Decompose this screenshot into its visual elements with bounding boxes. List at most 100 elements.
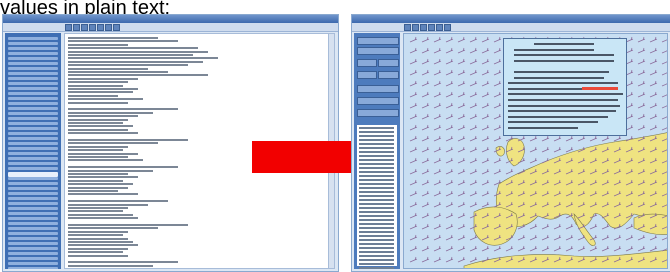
sidebar-item[interactable] — [8, 102, 58, 105]
list-item[interactable] — [359, 167, 394, 169]
list-item[interactable] — [359, 143, 394, 145]
sidebar-item[interactable] — [8, 72, 58, 75]
list-item[interactable] — [359, 159, 394, 161]
list-item[interactable] — [359, 171, 394, 173]
sidebar-item[interactable] — [8, 87, 58, 90]
sidebar-item[interactable] — [8, 77, 58, 80]
sidebar-item[interactable] — [8, 187, 58, 190]
sidebar-item[interactable] — [8, 197, 58, 200]
list-item[interactable] — [359, 135, 394, 137]
sidebar-item[interactable] — [8, 122, 58, 125]
toolbar-button[interactable] — [404, 24, 411, 31]
sidebar-item[interactable] — [8, 92, 58, 95]
list-item[interactable] — [359, 183, 394, 185]
list-item[interactable] — [359, 127, 394, 129]
list-item[interactable] — [359, 259, 394, 261]
sidebar-item[interactable] — [8, 262, 58, 265]
panel-button[interactable] — [378, 59, 399, 67]
toolbar-button[interactable] — [420, 24, 427, 31]
list-item[interactable] — [359, 187, 394, 189]
station-list[interactable] — [357, 125, 397, 269]
station-list-sidebar[interactable] — [5, 33, 61, 269]
sidebar-item[interactable] — [8, 157, 58, 160]
list-item[interactable] — [359, 227, 394, 229]
panel-button[interactable] — [378, 71, 399, 79]
sidebar-item[interactable] — [8, 37, 58, 40]
toolbar-button[interactable] — [81, 24, 88, 31]
list-item[interactable] — [359, 207, 394, 209]
sidebar-item[interactable] — [8, 117, 58, 120]
toolbar-button[interactable] — [113, 24, 120, 31]
list-item[interactable] — [359, 251, 394, 253]
sidebar-item[interactable] — [8, 42, 58, 45]
sidebar-item[interactable] — [8, 177, 58, 180]
sidebar-item[interactable] — [8, 147, 58, 150]
sidebar-item[interactable] — [8, 227, 58, 230]
list-item[interactable] — [359, 151, 394, 153]
list-item[interactable] — [359, 175, 394, 177]
sidebar-item[interactable] — [8, 162, 58, 165]
panel-button[interactable] — [357, 47, 399, 55]
list-item[interactable] — [359, 223, 394, 225]
list-item[interactable] — [359, 243, 394, 245]
list-item[interactable] — [359, 139, 394, 141]
list-item[interactable] — [359, 147, 394, 149]
sidebar-item[interactable] — [8, 112, 58, 115]
list-item[interactable] — [359, 191, 394, 193]
sidebar-item[interactable] — [8, 107, 58, 110]
sidebar-item[interactable] — [8, 202, 58, 205]
toolbar-button[interactable] — [105, 24, 112, 31]
sidebar-item[interactable] — [8, 212, 58, 215]
sidebar-item[interactable] — [8, 132, 58, 135]
list-item[interactable] — [359, 203, 394, 205]
weather-map[interactable] — [403, 33, 668, 269]
sidebar-item[interactable] — [8, 57, 58, 60]
sidebar-item[interactable] — [8, 127, 58, 130]
toolbar-button[interactable] — [444, 24, 451, 31]
list-item[interactable] — [359, 267, 394, 269]
sidebar-item[interactable] — [8, 237, 58, 240]
sidebar-item[interactable] — [8, 242, 58, 245]
list-item[interactable] — [359, 155, 394, 157]
list-item[interactable] — [359, 163, 394, 165]
list-item[interactable] — [359, 239, 394, 241]
sidebar-item[interactable] — [8, 247, 58, 250]
toolbar-button[interactable] — [412, 24, 419, 31]
sidebar-item[interactable] — [8, 192, 58, 195]
list-item[interactable] — [359, 211, 394, 213]
sidebar-item[interactable] — [8, 257, 58, 260]
sidebar-item[interactable] — [8, 142, 58, 145]
sidebar-item[interactable] — [8, 222, 58, 225]
panel-button[interactable] — [357, 85, 399, 93]
sidebar-item[interactable] — [8, 62, 58, 65]
list-item[interactable] — [359, 255, 394, 257]
panel-button[interactable] — [357, 97, 399, 105]
toolbar-button[interactable] — [73, 24, 80, 31]
list-item[interactable] — [359, 215, 394, 217]
panel-button[interactable] — [357, 37, 399, 45]
toolbar-button[interactable] — [436, 24, 443, 31]
sidebar-item[interactable] — [8, 252, 58, 255]
sidebar-item[interactable] — [8, 217, 58, 220]
toolbar-button[interactable] — [89, 24, 96, 31]
sidebar-item[interactable] — [8, 267, 58, 269]
sidebar-item[interactable] — [8, 232, 58, 235]
panel-button[interactable] — [357, 109, 399, 117]
sidebar-item[interactable] — [8, 52, 58, 55]
sidebar-item[interactable] — [8, 182, 58, 185]
list-item[interactable] — [359, 179, 394, 181]
panel-button[interactable] — [357, 59, 377, 67]
sidebar-item[interactable] — [8, 47, 58, 50]
panel-button[interactable] — [357, 71, 377, 79]
list-item[interactable] — [359, 219, 394, 221]
sidebar-item[interactable] — [8, 97, 58, 100]
list-item[interactable] — [359, 231, 394, 233]
list-item[interactable] — [359, 131, 394, 133]
sidebar-item[interactable] — [8, 152, 58, 155]
sidebar-item[interactable] — [8, 82, 58, 85]
list-item[interactable] — [359, 195, 394, 197]
sidebar-item[interactable] — [8, 137, 58, 140]
list-item[interactable] — [359, 199, 394, 201]
toolbar-button[interactable] — [65, 24, 72, 31]
list-item[interactable] — [359, 235, 394, 237]
